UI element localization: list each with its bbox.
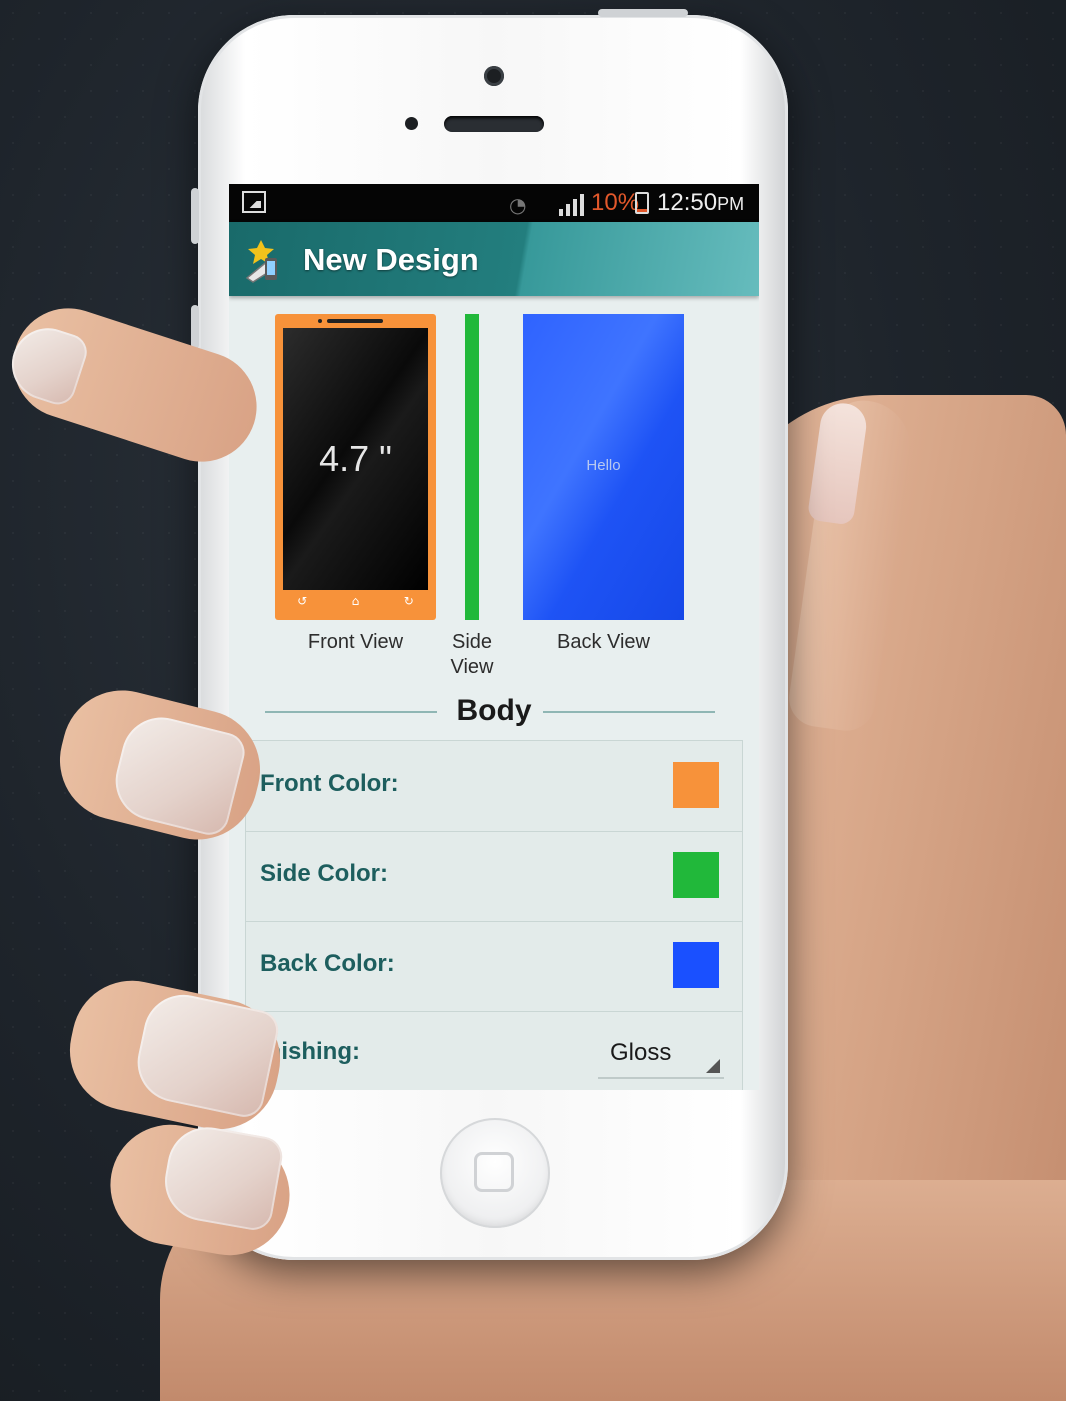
- menu-key-icon: ↻: [403, 594, 414, 608]
- image-notification-icon: [242, 191, 266, 213]
- earpiece-speaker: [444, 116, 544, 132]
- battery-icon: [635, 192, 649, 214]
- power-button: [598, 9, 688, 17]
- back-color-swatch[interactable]: [673, 942, 719, 988]
- finishing-value: Gloss: [610, 1039, 672, 1066]
- proximity-sensor: [405, 117, 418, 130]
- side-view-preview[interactable]: [465, 314, 479, 620]
- home-button-square-icon: [474, 1152, 514, 1192]
- back-view-preview[interactable]: Hello: [523, 314, 684, 620]
- front-earpiece: [327, 319, 383, 323]
- back-color-label: Back Color:: [260, 950, 395, 977]
- wifi-icon: ◔: [509, 193, 527, 217]
- front-view-label: Front View: [307, 631, 404, 653]
- status-bar: ◔ 10% 12:50PM: [229, 184, 759, 222]
- volume-up-button: [191, 305, 199, 349]
- page-title: New Design: [303, 242, 479, 277]
- finishing-dropdown[interactable]: Gloss: [598, 1033, 724, 1079]
- settings-panel: Front Color: Side Color: Back Color: ini…: [245, 740, 743, 1090]
- back-key-icon: ↺: [297, 594, 308, 608]
- app-icon[interactable]: [239, 238, 283, 284]
- spinner-arrow-icon: [706, 1059, 720, 1073]
- battery-percent: 10%: [591, 189, 640, 216]
- side-view-label-line2: View: [450, 656, 494, 678]
- front-screen: 4.7 ": [283, 328, 428, 590]
- front-sensor-dot: [318, 319, 322, 323]
- side-color-label: Side Color:: [260, 860, 389, 887]
- home-key-icon: ⌂: [351, 594, 360, 608]
- front-view-preview[interactable]: 4.7 " ↺ ⌂ ↻: [275, 314, 436, 620]
- finishing-row: inishing: Gloss: [246, 1011, 742, 1090]
- side-color-row[interactable]: Side Color:: [246, 831, 742, 922]
- front-color-label: Front Color:: [260, 770, 399, 797]
- back-text: Hello: [586, 457, 621, 474]
- app-screen: ◔ 10% 12:50PM New Design 4.7 " ↺ ⌂ ↻ Hel…: [229, 184, 759, 1090]
- front-color-swatch[interactable]: [673, 762, 719, 808]
- front-soft-keys: ↺ ⌂ ↻: [275, 594, 436, 608]
- action-bar: New Design: [229, 222, 759, 296]
- side-view-label: Side View: [442, 630, 502, 680]
- section-divider-left: [265, 711, 437, 713]
- clock-time: 12:50: [657, 189, 718, 216]
- side-color-swatch[interactable]: [673, 852, 719, 898]
- front-color-row[interactable]: Front Color:: [246, 741, 742, 832]
- screen-size-label: 4.7 ": [319, 438, 392, 479]
- mute-switch: [191, 188, 199, 244]
- section-title: Body: [456, 694, 532, 727]
- side-view-label-line1: Side: [451, 631, 493, 653]
- front-camera: [484, 66, 504, 86]
- clock-ampm: PM: [717, 194, 745, 214]
- signal-icon: [559, 192, 585, 216]
- clock: 12:50PM: [657, 189, 744, 217]
- section-divider-right: [543, 711, 715, 713]
- back-view-label: Back View: [556, 631, 650, 653]
- back-color-row[interactable]: Back Color:: [246, 921, 742, 1012]
